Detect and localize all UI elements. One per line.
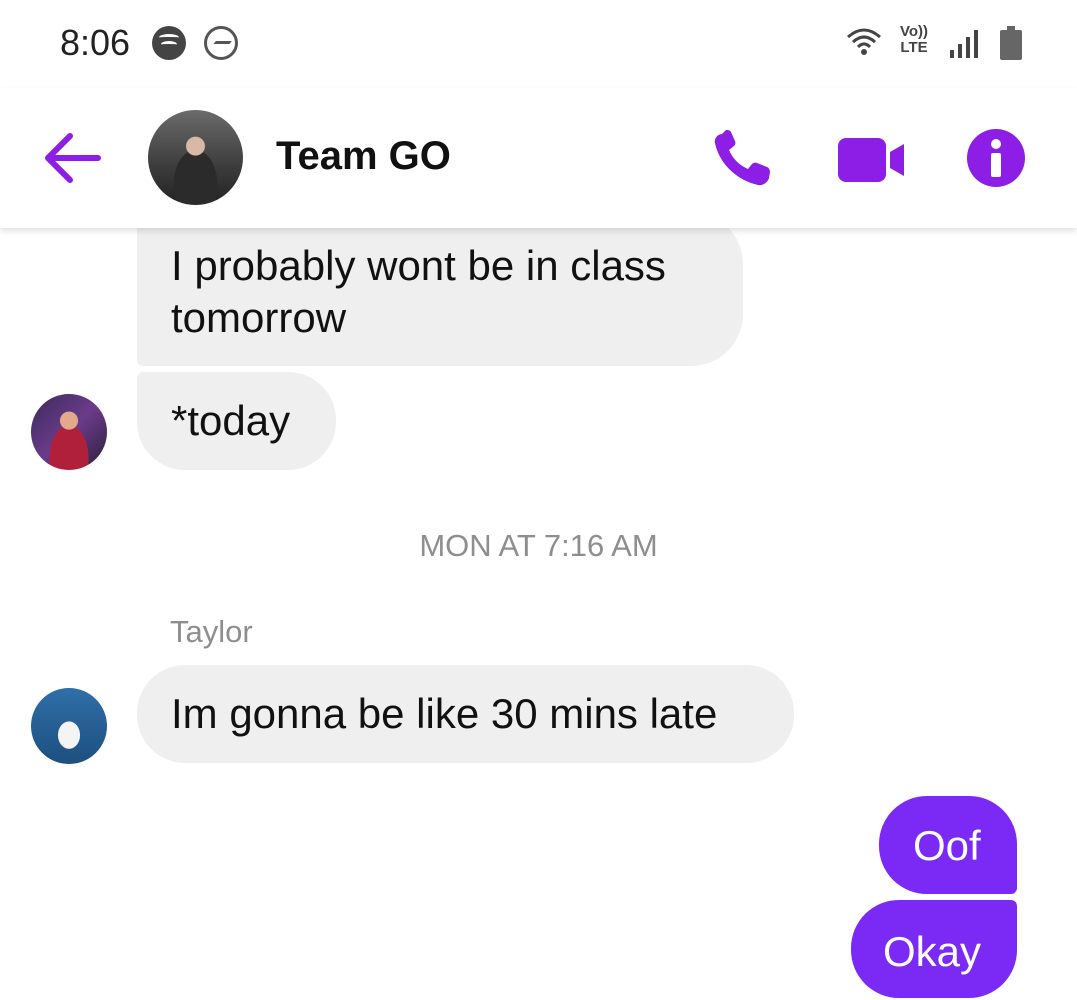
conversation-header: Team GO (0, 88, 1077, 228)
video-camera-icon[interactable] (838, 138, 906, 182)
status-time: 8:06 (60, 22, 131, 63)
volte-label: Vo)) (900, 23, 929, 40)
info-icon[interactable] (966, 128, 1026, 188)
sent-message-bubble[interactable]: Okay (851, 900, 1017, 998)
sender-avatar[interactable] (31, 394, 107, 470)
status-bar: 8:06 Vo)) LTE (0, 0, 1077, 88)
battery-icon (1000, 26, 1022, 60)
lte-label: LTE (900, 39, 928, 56)
message-timestamp: MON AT 7:16 AM (419, 528, 658, 563)
message-bubble[interactable]: Im gonna be like 30 mins late (137, 665, 794, 763)
signal-icon (950, 28, 982, 58)
spotify-icon (152, 26, 186, 60)
sender-name: Taylor (170, 614, 253, 649)
volte-indicator: Vo)) LTE (900, 24, 928, 56)
messenger-icon (204, 26, 238, 60)
wifi-icon (847, 28, 881, 55)
phone-icon[interactable] (712, 130, 774, 188)
group-avatar[interactable] (148, 110, 243, 205)
back-arrow-icon[interactable] (40, 128, 106, 188)
sent-message-bubble[interactable]: Oof (879, 796, 1017, 894)
message-bubble[interactable]: I probably wont be in class tomorrow (137, 212, 743, 366)
message-bubble[interactable]: *today (137, 372, 336, 470)
sender-avatar[interactable] (31, 688, 107, 764)
conversation-title[interactable]: Team GO (276, 134, 451, 179)
